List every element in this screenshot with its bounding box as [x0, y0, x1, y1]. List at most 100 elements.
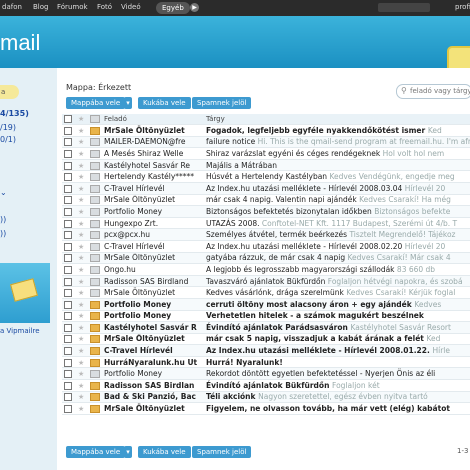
email-subject[interactable]: Téli akciónk Nagyon szeretettel, egész é… — [204, 391, 470, 404]
table-row[interactable]: ★ Radisson SAS Birdlan Évindító ajánlatok … — [62, 379, 470, 392]
email-subject[interactable]: Shiraz varázslat egyéni és céges rendége… — [204, 147, 470, 160]
row-checkbox[interactable] — [64, 161, 72, 170]
table-row[interactable]: ★ Radisson SAS Birdland Tavaszváró ajánlat… — [62, 275, 470, 288]
more-arrow-icon[interactable]: ▶ — [190, 3, 199, 12]
spam-button[interactable]: Spamnek jelöl — [192, 97, 252, 109]
star-icon[interactable]: ★ — [78, 127, 84, 135]
row-checkbox[interactable] — [64, 405, 72, 414]
row-checkbox[interactable] — [64, 231, 72, 240]
table-row[interactable]: ★ MrSale Öltönyüzlet már csak 4 napig. Val… — [62, 194, 470, 207]
email-subject[interactable]: gatyába rázzuk, de már csak 4 napig Kedv… — [204, 252, 470, 265]
email-subject[interactable]: failure notice Hi. This is the qmail-sen… — [204, 136, 470, 149]
email-subject[interactable]: Hurrá! Nyaralunk! — [204, 356, 470, 369]
row-checkbox[interactable] — [64, 149, 72, 158]
email-sender[interactable]: C-Travel Hírlevél — [102, 344, 204, 357]
row-checkbox[interactable] — [64, 277, 72, 286]
search-input[interactable] — [410, 85, 470, 97]
email-subject[interactable]: Figyelem, ne olvasson tovább, ha már vet… — [204, 402, 470, 415]
star-icon[interactable]: ★ — [78, 173, 84, 181]
star-icon[interactable]: ★ — [78, 208, 84, 216]
email-subject[interactable]: cerruti öltöny most alacsony áron + egy … — [204, 298, 470, 311]
email-subject[interactable]: már csak 4 napig. Valentin napi ajándék … — [204, 194, 470, 207]
email-subject[interactable]: Az Index.hu utazási melléklete - Hírlevé… — [204, 240, 470, 253]
star-icon[interactable]: ★ — [78, 243, 84, 251]
row-checkbox[interactable] — [64, 126, 72, 135]
email-sender[interactable]: C-Travel Hírlevél — [102, 182, 204, 195]
star-icon[interactable]: ★ — [78, 162, 84, 170]
email-sender[interactable]: MrSale Öltönyüzlet — [102, 286, 204, 299]
star-icon[interactable]: ★ — [78, 382, 84, 390]
star-icon[interactable]: ★ — [78, 138, 84, 146]
row-checkbox[interactable] — [64, 207, 72, 216]
email-sender[interactable]: MrSale Öltönyüzlet — [102, 194, 204, 207]
star-icon[interactable]: ★ — [78, 324, 84, 332]
email-subject[interactable]: Rekordot döntött egyetlen befektetéssel … — [204, 367, 470, 381]
row-checkbox[interactable] — [64, 219, 72, 228]
move-folder-dropdown-icon[interactable]: ▾ — [124, 97, 132, 109]
email-subject[interactable]: Majális a Mátrában — [204, 159, 470, 172]
collapse-arrow-icon[interactable]: ⌄ — [0, 188, 7, 197]
trash-button[interactable]: Kukába vele — [138, 97, 191, 109]
email-sender[interactable]: Hertelendy Kastély***** — [102, 170, 204, 183]
table-row[interactable]: ★ Ongo.hu A legjobb és legrosszabb magyaro… — [62, 263, 470, 276]
email-subject[interactable]: A legjobb és legrosszabb magyarországi s… — [204, 263, 470, 276]
nav-link-video[interactable]: Videó — [121, 3, 141, 11]
email-subject[interactable]: Személyes átvétel, termék beérkezés Tisz… — [204, 228, 470, 241]
table-row[interactable]: ★ C-Travel Hírlevél Az Index.hu utazási me… — [62, 344, 470, 357]
email-sender[interactable]: C-Travel Hírlevél — [102, 240, 204, 253]
star-icon[interactable]: ★ — [78, 301, 84, 309]
column-subject[interactable]: Tárgy — [204, 114, 470, 125]
row-checkbox[interactable] — [64, 242, 72, 251]
star-icon[interactable]: ★ — [78, 370, 84, 378]
table-row[interactable]: ★ MrSale Öltönyüzlet Fogadok, legfeljebb e… — [62, 124, 470, 137]
email-subject[interactable]: már csak 5 napig, visszadjuk a kabát árá… — [204, 333, 470, 346]
star-icon[interactable]: ★ — [78, 185, 84, 193]
row-checkbox[interactable] — [64, 173, 72, 182]
star-icon[interactable]: ★ — [78, 266, 84, 274]
email-subject[interactable]: Az Index.hu utazási melléklete - Hírlevé… — [204, 182, 470, 195]
email-subject[interactable]: Évindító ajánlatok Parádsasváron Kastély… — [204, 321, 470, 334]
vipmail-link[interactable]: a Vipmailre — [0, 327, 40, 335]
row-checkbox[interactable] — [64, 347, 72, 356]
email-sender[interactable]: MrSale Öltönyüzlet — [102, 402, 204, 415]
email-sender[interactable]: A Mesés Shiraz Welle — [102, 147, 204, 160]
pagination[interactable]: 1-3 — [457, 447, 468, 455]
email-sender[interactable]: MAILER-DAEMON@fre — [102, 136, 204, 149]
table-row[interactable]: ★ C-Travel Hírlevél Az Index.hu utazási me… — [62, 182, 470, 195]
row-checkbox[interactable] — [64, 335, 72, 344]
email-subject[interactable]: Kedves vásárlónk, drága szerelmünk Kedve… — [204, 286, 470, 299]
table-row[interactable]: ★ MrSale Öltönyüzlet Figyelem, ne olvasson… — [62, 402, 470, 415]
star-icon[interactable]: ★ — [78, 220, 84, 228]
star-icon[interactable]: ★ — [78, 359, 84, 367]
table-row[interactable]: ★ HurráNyaralunk.hu Ut Hurrá! Nyaralunk! — [62, 356, 470, 369]
table-row[interactable]: ★ MrSale Öltönyüzlet Kedves vásárlónk, drá… — [62, 286, 470, 299]
profile-link[interactable]: profi — [455, 3, 470, 11]
star-icon[interactable]: ★ — [78, 254, 84, 262]
row-checkbox[interactable] — [64, 254, 72, 263]
email-sender[interactable]: Portfolio Money — [102, 310, 204, 323]
star-icon[interactable]: ★ — [78, 231, 84, 239]
email-subject[interactable]: Évindító ajánlatok Bükfürdőn Foglaljon k… — [204, 379, 470, 392]
spam-button-bottom[interactable]: Spamnek jelöl — [192, 446, 252, 458]
table-row[interactable]: ★ Hertelendy Kastély***** Húsvét a Hertele… — [62, 170, 470, 183]
email-sender[interactable]: MrSale Öltönyüzlet — [102, 252, 204, 265]
search-box[interactable]: ⚲ — [396, 84, 470, 99]
row-checkbox[interactable] — [64, 358, 72, 367]
row-checkbox[interactable] — [64, 393, 72, 402]
row-checkbox[interactable] — [64, 196, 72, 205]
email-sender[interactable]: MrSale Öltönyüzlet — [102, 124, 204, 137]
table-row[interactable]: ★ C-Travel Hírlevél Az Index.hu utazási me… — [62, 240, 470, 253]
table-row[interactable]: ★ MrSale Öltönyüzlet gatyába rázzuk, de má… — [62, 252, 470, 265]
email-subject[interactable]: Az Index.hu utazási melléklete - Hírlevé… — [204, 344, 470, 357]
table-row[interactable]: ★ A Mesés Shiraz Welle Shiraz varázslat eg… — [62, 147, 470, 160]
more-menu-button[interactable]: Egyéb — [156, 2, 190, 14]
star-icon[interactable]: ★ — [78, 393, 84, 401]
email-sender[interactable]: Kastélyhotel Sasvár Re — [102, 159, 204, 172]
row-checkbox[interactable] — [64, 370, 72, 379]
email-sender[interactable]: Portfolio Money — [102, 205, 204, 218]
row-checkbox[interactable] — [64, 289, 72, 298]
email-subject[interactable]: Verhetetlen hitelek - a számok magukért … — [204, 310, 470, 323]
move-to-folder-button[interactable]: Mappába vele — [66, 97, 126, 109]
email-sender[interactable]: MrSale Öltönyüzlet — [102, 333, 204, 346]
email-sender[interactable]: Hungexpo Zrt. — [102, 217, 204, 230]
